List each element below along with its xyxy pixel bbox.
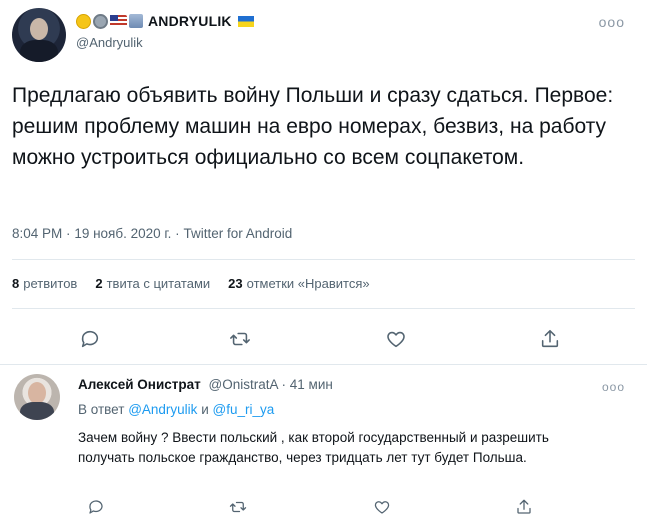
tweet-stats: 8 ретвитов 2 твита с цитатами 23 отметки «Н… <box>12 276 370 291</box>
author-name-row[interactable]: ANDRYULIK <box>76 12 254 30</box>
author-handle[interactable]: @Andryulik <box>76 35 143 50</box>
heart-icon <box>387 331 405 348</box>
avatar-face <box>28 382 46 404</box>
reply-handle[interactable]: @OnistratA · 41 мин <box>209 377 333 392</box>
tweet-actions <box>12 325 635 355</box>
tweet-time[interactable]: 8:04 PM <box>12 226 62 241</box>
tweet-date[interactable]: 19 нояб. 2020 г. <box>74 226 171 241</box>
reply-more-options-icon[interactable]: ooo <box>602 380 625 394</box>
likes-stat[interactable]: 23 отметки «Нравится» <box>228 276 369 291</box>
reply-actions <box>78 493 627 517</box>
tweet-source[interactable]: Twitter for Android <box>183 226 292 241</box>
tweet-meta: 8:04 PM · 19 нояб. 2020 г. · Twitter for… <box>12 226 292 241</box>
divider <box>12 259 635 260</box>
divider <box>0 364 647 365</box>
avatar-body <box>20 402 54 420</box>
reply-retweet-button[interactable] <box>224 493 252 521</box>
tweet-page: ANDRYULIK @Andryulik ooo Предлагаю объяв… <box>0 0 647 527</box>
author-display-name[interactable]: ANDRYULIK <box>148 13 232 29</box>
gear-emoji-icon <box>93 13 108 29</box>
reply-icon <box>89 500 103 514</box>
replying-prefix: В ответ <box>78 402 125 417</box>
avatar-body <box>20 40 58 62</box>
share-icon <box>541 329 559 348</box>
reply-author-avatar[interactable] <box>14 374 60 420</box>
reply-share-button[interactable] <box>510 493 538 521</box>
like-button[interactable] <box>382 325 410 353</box>
avatar-face <box>30 18 48 40</box>
more-options-icon[interactable]: ooo <box>599 14 625 30</box>
quotes-stat[interactable]: 2 твита с цитатами <box>95 276 210 291</box>
mention-link[interactable]: @fu_ri_ya <box>213 402 275 417</box>
us-flag-emoji-icon <box>110 15 127 27</box>
replying-conj: и <box>201 402 209 417</box>
reply-display-name[interactable]: Алексей Онистрат <box>78 377 201 392</box>
reply-button[interactable] <box>76 325 104 353</box>
smile-emoji-icon <box>76 13 91 29</box>
retweets-stat[interactable]: 8 ретвитов <box>12 276 77 291</box>
mention-link[interactable]: @Andryulik <box>128 402 197 417</box>
share-icon <box>517 499 531 514</box>
reply-header: Алексей Онистрат @OnistratA · 41 мин <box>78 377 333 392</box>
reply-reply-button[interactable] <box>82 493 110 521</box>
author-avatar[interactable] <box>12 8 66 62</box>
replying-to: В ответ @Andryulik и @fu_ri_ya <box>78 402 274 417</box>
building-emoji-icon <box>129 14 143 28</box>
retweet-icon <box>229 501 247 513</box>
tweet-text: Предлагаю объявить войну Польши и сразу … <box>12 84 614 169</box>
reply-text: Зачем войну ? Ввести польский , как втор… <box>78 430 549 465</box>
reply-like-button[interactable] <box>368 493 396 521</box>
share-button[interactable] <box>536 325 564 353</box>
divider <box>12 308 635 309</box>
retweet-button[interactable] <box>226 325 254 353</box>
reply-icon <box>81 330 99 348</box>
ukraine-flag-icon <box>237 15 254 27</box>
heart-icon <box>374 501 390 514</box>
retweet-icon <box>230 332 250 346</box>
